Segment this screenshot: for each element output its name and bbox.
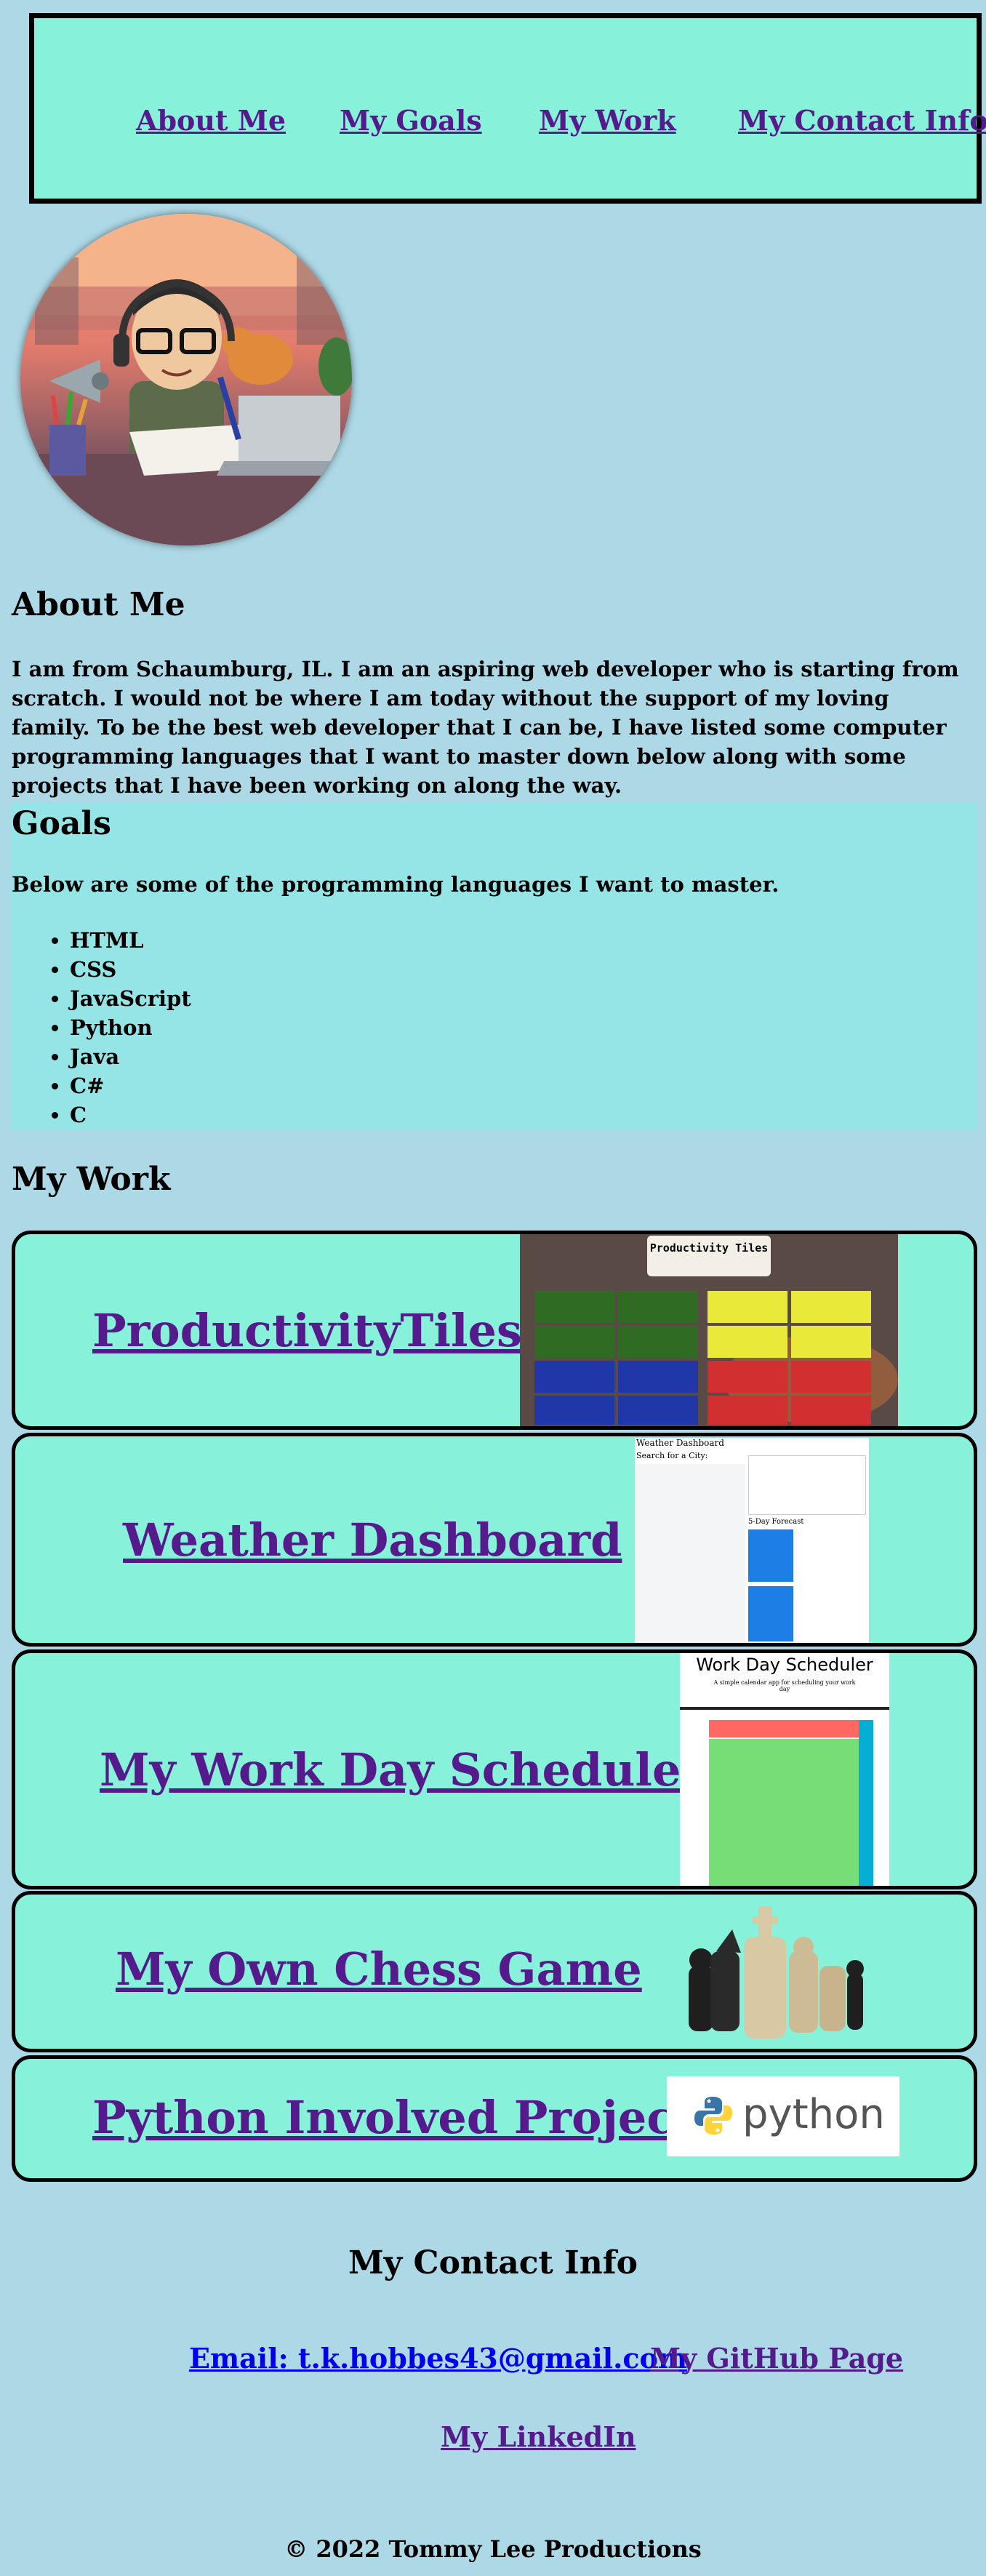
thumbnail-caption: python [742,2091,885,2138]
thumbnail-sidebar [636,1464,745,1643]
thumbnail-search-label: Search for a City: [636,1451,708,1460]
thumbnail-save-column [859,1720,873,1886]
github-link[interactable]: My GitHub Page [650,2342,903,2375]
list-item: C# [70,1071,191,1100]
thumbnail-caption: Weather Dashboard [636,1438,724,1448]
list-item: C [70,1100,191,1129]
project-thumbnail [674,1900,870,2046]
project-card-chess: My Own Chess Game [12,1891,977,2052]
contact-heading: My Contact Info [348,2244,638,2281]
thumbnail-today [748,1455,866,1515]
thumbnail-subcaption: A simple calendar app for scheduling you… [713,1679,856,1692]
list-item: JavaScript [70,984,191,1013]
project-card-productivity: ProductivityTiles Productivity Tiles [12,1231,977,1430]
nav-link-contact[interactable]: My Contact Info [738,104,986,137]
thumbnail-past-row [709,1720,859,1737]
about-heading: About Me [12,586,185,623]
thumbnail-forecast-label: 5-Day Forecast [748,1518,804,1526]
linkedin-link[interactable]: My LinkedIn [441,2420,636,2453]
email-link[interactable]: Email: t.k.hobbes43@gmail.com [189,2342,687,2375]
list-item: Python [70,1013,191,1042]
list-item: CSS [70,955,191,984]
avatar-illustration [20,214,352,545]
project-link-productivity[interactable]: ProductivityTiles [92,1304,522,1357]
thumbnail-caption: Productivity Tiles [649,1241,769,1255]
project-link-weather[interactable]: Weather Dashboard [123,1513,622,1567]
footer-copyright: © 2022 Tommy Lee Productions [284,2535,702,2563]
python-logo-icon [694,2097,732,2135]
nav-link-goals[interactable]: My Goals [340,104,482,137]
thumbnail-forecast-card [748,1586,793,1641]
project-card-weather: Weather Dashboard Weather Dashboard Sear… [12,1433,977,1647]
avatar [20,214,352,545]
goals-section: Goals Below are some of the programming … [12,802,977,1129]
project-card-python: Python Involved Project python [12,2055,977,2182]
nav-link-work[interactable]: My Work [539,104,676,137]
project-thumbnail: Work Day Scheduler A simple calendar app… [680,1653,889,1886]
nav-link-about[interactable]: About Me [136,104,286,137]
work-heading: My Work [12,1161,171,1198]
goals-intro: Below are some of the programming langua… [12,872,779,897]
list-item: Java [70,1042,191,1071]
project-thumbnail: python [667,2076,899,2156]
chess-pieces-icon [689,1906,864,2039]
project-link-scheduler[interactable]: My Work Day Scheduler [100,1743,705,1796]
thumbnail-future-rows [709,1739,859,1886]
project-card-scheduler: My Work Day Scheduler Work Day Scheduler… [12,1649,977,1889]
about-paragraph: I am from Schaumburg, IL. I am an aspiri… [12,657,959,798]
project-link-chess[interactable]: My Own Chess Game [116,1943,642,1996]
goals-heading: Goals [12,805,111,842]
project-thumbnail: Weather Dashboard Search for a City: 5-D… [635,1438,869,1643]
languages-list: HTML CSS JavaScript Python Java C# C [12,926,191,1129]
list-item: HTML [70,926,191,955]
project-link-python[interactable]: Python Involved Project [92,2091,695,2144]
top-nav: About Me My Goals My Work My Contact Inf… [29,13,986,204]
thumbnail-caption: Work Day Scheduler [696,1655,873,1675]
thumbnail-divider [680,1707,889,1710]
thumbnail-forecast-card [748,1529,793,1582]
project-thumbnail: Productivity Tiles [520,1234,898,1426]
